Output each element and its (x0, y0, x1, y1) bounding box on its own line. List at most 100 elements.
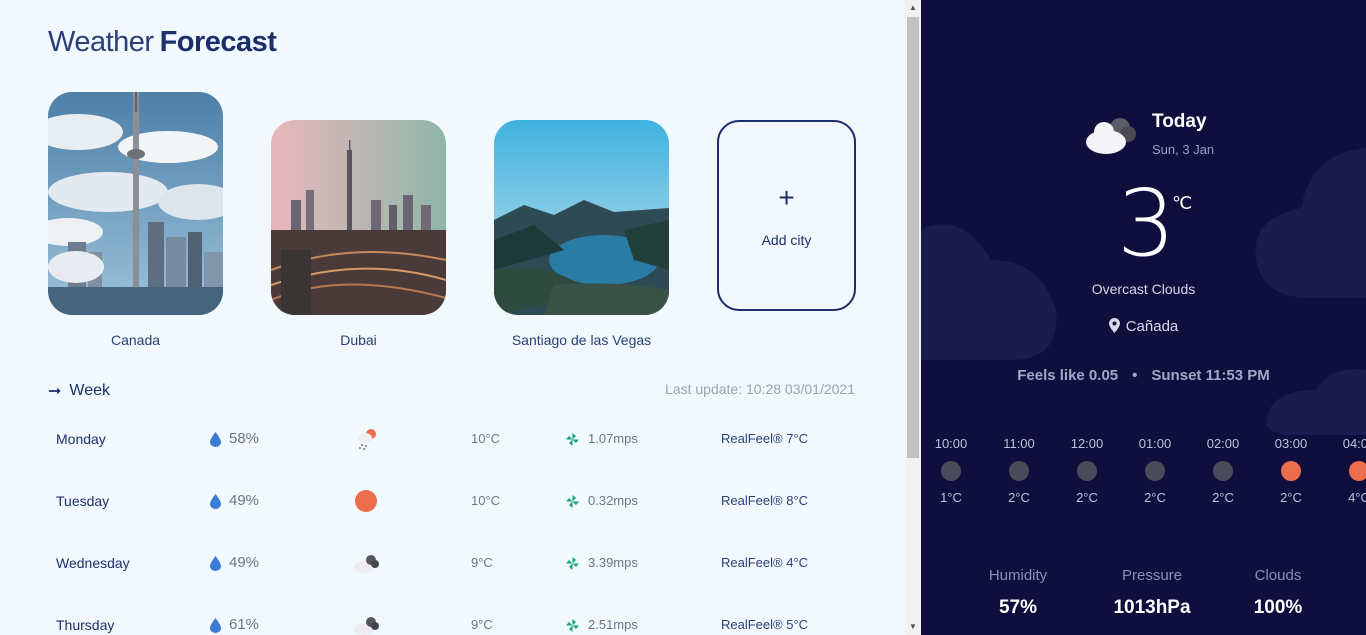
city-card-dubai[interactable] (271, 120, 446, 315)
location: Cañada (921, 318, 1366, 335)
stat-humidity: Humidity 57% (958, 567, 1078, 619)
humidity-value: 58% (229, 430, 260, 447)
wind-value: 3.39mps (588, 555, 638, 570)
hour-temp: 1°C (940, 490, 962, 505)
forecast-day: Tuesday (56, 493, 110, 509)
city-name-canada: Canada (110, 332, 161, 348)
drop-icon (210, 493, 221, 509)
hour-item: 03:00 2°C (1266, 436, 1316, 505)
humidity-value: 49% (229, 492, 260, 509)
forecast-temp: 10°C (471, 493, 501, 508)
sun-dot-icon (1349, 461, 1366, 481)
city-name-dubai: Dubai (340, 332, 377, 348)
wind-icon (566, 618, 579, 632)
hour-item: 01:00 2°C (1130, 436, 1180, 505)
forecast-temp: 9°C (471, 555, 493, 570)
hour-item: 04:00 4°C (1334, 436, 1366, 505)
add-city-button[interactable]: + Add city (717, 120, 856, 311)
cloud-dot-icon (1213, 461, 1233, 481)
scrollbar[interactable]: ▲ ▼ (905, 0, 921, 635)
stat-value: 100% (1253, 597, 1303, 618)
scroll-down-arrow-icon[interactable]: ▼ (905, 619, 921, 635)
stat-label: Pressure (1121, 567, 1183, 584)
forecast-temp: 9°C (471, 617, 493, 632)
last-update: Last update: 10:28 03/01/2021 (665, 381, 855, 397)
hour-time: 02:00 (1206, 436, 1240, 451)
location-pin-icon (1108, 318, 1120, 333)
forecast-day: Wednesday (56, 555, 130, 571)
hour-temp: 2°C (1280, 490, 1302, 505)
city-image-canada[interactable] (48, 92, 223, 315)
city-card-santiago[interactable] (494, 120, 669, 315)
forecast-realfeel: RealFeel® 8°C (721, 493, 809, 508)
cloud-dot-icon (941, 461, 961, 481)
week-header[interactable]: ➞ Week (48, 381, 110, 401)
stat-label: Clouds (1254, 567, 1302, 584)
main-content: Weather Forecast Canada Dubai Santiago d… (0, 0, 905, 635)
hour-temp: 4°C (1348, 490, 1366, 505)
plus-icon: + (778, 181, 795, 213)
forecast-wind: 3.39mps (566, 548, 638, 578)
add-city-label: Add city (761, 231, 812, 248)
city-image-santiago[interactable] (494, 120, 669, 315)
current-temperature: 3 (1117, 170, 1176, 277)
sunset: Sunset 11:53 PM (1151, 367, 1270, 384)
cloud-dot-icon (1077, 461, 1097, 481)
hour-temp: 2°C (1076, 490, 1098, 505)
hour-time: 01:00 (1138, 436, 1172, 451)
cloud-dot-icon (1145, 461, 1165, 481)
separator-dot: • (1132, 367, 1138, 384)
today-title: Today (1152, 111, 1207, 132)
hour-time: 12:00 (1070, 436, 1104, 451)
forecast-realfeel: RealFeel® 7°C (721, 431, 809, 446)
hour-temp: 2°C (1212, 490, 1234, 505)
wind-icon (566, 556, 579, 570)
wind-value: 0.32mps (588, 493, 638, 508)
week-label: Week (69, 382, 111, 399)
scrollbar-thumb[interactable] (907, 17, 919, 458)
stat-clouds: Clouds 100% (1218, 567, 1338, 619)
hour-temp: 2°C (1008, 490, 1030, 505)
stat-value: 57% (998, 597, 1038, 618)
temperature-unit: ℃ (1172, 193, 1193, 213)
feels-like: Feels like 0.05 (1017, 367, 1119, 384)
page-title: Weather Forecast (48, 26, 277, 59)
hour-item: 10:00 1°C (926, 436, 976, 505)
wind-icon (566, 432, 579, 446)
wind-value: 2.51mps (588, 617, 638, 632)
forecast-wind: 2.51mps (566, 610, 638, 635)
today-date: Sun, 3 Jan (1152, 142, 1215, 157)
forecast-realfeel: RealFeel® 4°C (721, 555, 809, 570)
forecast-humidity: 49% (210, 486, 259, 516)
forecast-humidity: 58% (210, 424, 259, 454)
cloud-dot-icon (1009, 461, 1029, 481)
city-image-dubai[interactable] (271, 120, 446, 315)
humidity-value: 49% (229, 554, 260, 571)
stat-value: 1013hPa (1113, 597, 1191, 618)
weather-description: Overcast Clouds (1091, 281, 1196, 297)
forecast-day: Monday (56, 431, 106, 447)
drop-icon (210, 617, 221, 633)
hour-item: 12:00 2°C (1062, 436, 1112, 505)
wind-value: 1.07mps (588, 431, 638, 446)
forecast-day: Thursday (56, 617, 115, 633)
hour-time: 03:00 (1274, 436, 1308, 451)
hour-item: 02:00 2°C (1198, 436, 1248, 505)
forecast-humidity: 61% (210, 610, 259, 635)
background-cloud-icon (1255, 148, 1366, 298)
scroll-up-arrow-icon[interactable]: ▲ (905, 0, 921, 16)
cloudy-icon (354, 555, 379, 573)
hour-temp: 2°C (1144, 490, 1166, 505)
hour-time: 04:00 (1342, 436, 1366, 451)
humidity-value: 61% (229, 616, 260, 633)
forecast-wind: 1.07mps (566, 424, 638, 454)
sun-icon (355, 490, 377, 512)
forecast-row-monday: Monday 58% 10°C 1.07mps RealFeel® 7°C (56, 424, 856, 454)
city-card-canada[interactable] (48, 92, 223, 315)
arrow-right-icon: ➞ (48, 383, 62, 400)
forecast-row-thursday: Thursday 61% 9°C 2.51mps RealFeel® 5°C (56, 610, 856, 635)
forecast-wind: 0.32mps (566, 486, 638, 516)
location-name: Cañada (1125, 318, 1179, 335)
forecast-temp: 10°C (471, 431, 501, 446)
forecast-row-tuesday: Tuesday 49% 10°C 0.32mps RealFeel® 8°C (56, 486, 856, 516)
